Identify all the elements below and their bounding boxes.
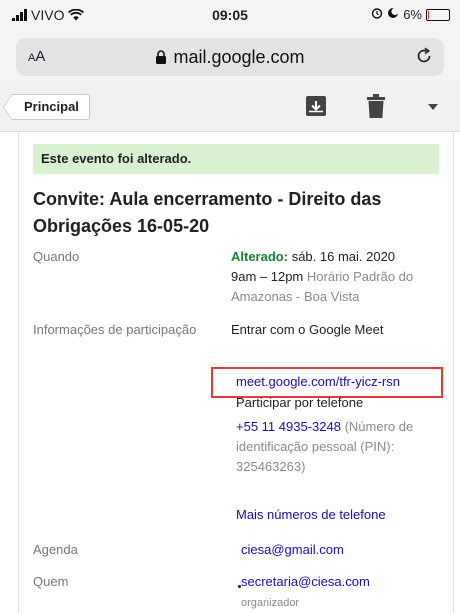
battery-percent: 6% xyxy=(403,7,422,22)
event-title: Convite: Aula encerramento - Direito das… xyxy=(33,189,382,236)
back-to-inbox-button[interactable]: Principal xyxy=(3,94,90,120)
url-text: mail.google.com xyxy=(173,47,305,67)
event-date: sáb. 16 mai. 2020 xyxy=(291,249,396,264)
meet-link[interactable]: meet.google.com/tfr-yicz-rsn xyxy=(236,372,441,392)
calendar-value[interactable]: ciesa@gmail.com xyxy=(241,540,441,560)
lock-icon xyxy=(155,48,167,69)
url-display[interactable]: mail.google.com xyxy=(16,47,444,69)
phone-heading: Participar por telefone xyxy=(236,395,364,410)
chevron-down-icon[interactable] xyxy=(428,104,438,110)
join-info-label: Informações de participação xyxy=(33,322,197,337)
organizer-role: organizador xyxy=(241,597,300,609)
signal-icon xyxy=(12,9,27,21)
alarm-icon xyxy=(371,7,383,22)
status-left: VIVO xyxy=(12,7,85,23)
address-bar[interactable]: AA mail.google.com xyxy=(16,38,444,76)
event-time-range: 9am – 12pm xyxy=(231,269,304,284)
event-changed-banner: Este evento foi alterado. xyxy=(33,144,439,174)
mail-toolbar: Principal xyxy=(0,80,460,132)
wifi-icon xyxy=(68,9,85,21)
reload-icon[interactable] xyxy=(414,46,434,71)
trash-icon[interactable] xyxy=(367,94,385,123)
status-bar: VIVO 09:05 6% xyxy=(0,0,460,30)
moon-icon xyxy=(387,7,399,22)
phone-number-link[interactable]: +55 11 4935-3248 xyxy=(236,419,341,434)
event-card: Este evento foi alterado. Convite: Aula … xyxy=(18,132,454,613)
browser-bar: AA mail.google.com xyxy=(0,30,460,80)
who-label: Quem xyxy=(33,574,69,589)
battery-icon xyxy=(426,8,450,21)
calendar-label: Agenda xyxy=(33,542,78,557)
when-label: Quando xyxy=(33,249,80,264)
status-right: 6% xyxy=(371,7,450,22)
battery-fill xyxy=(428,10,430,19)
more-phone-numbers-link[interactable]: Mais números de telefone xyxy=(236,505,443,525)
meet-heading: Entrar com o Google Meet xyxy=(231,322,384,337)
when-value: Alterado: sáb. 16 mai. 2020 9am – 12pm H… xyxy=(231,247,443,307)
carrier-name: VIVO xyxy=(31,7,65,23)
archive-icon[interactable] xyxy=(305,95,327,122)
organizer-email[interactable]: secretaria@ciesa.com xyxy=(241,572,441,592)
phone-details: +55 11 4935-3248 (Número de identificaçã… xyxy=(236,417,443,477)
changed-prefix: Alterado: xyxy=(231,249,289,264)
